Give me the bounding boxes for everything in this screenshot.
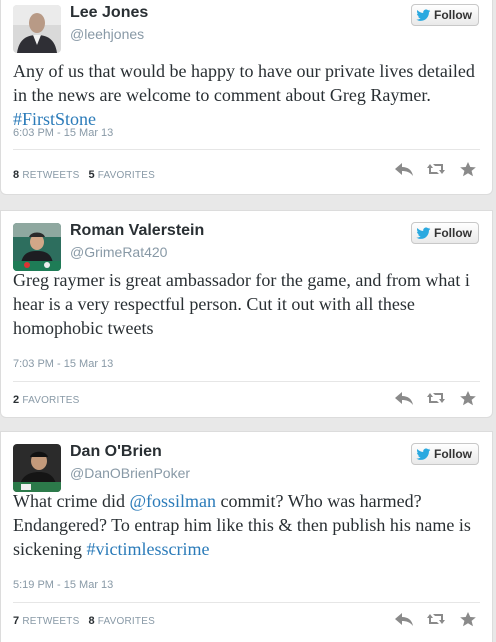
user-handle[interactable]: @leehjones [70,26,144,42]
tweet-stats: 7 RETWEETS 8 FAVORITES [13,615,155,627]
divider [13,602,480,603]
retweet-icon[interactable] [426,390,446,406]
hashtag-link[interactable]: #FirstStone [13,109,96,129]
retweet-icon[interactable] [426,161,446,177]
follow-button[interactable]: Follow [411,443,479,465]
favorite-star-icon[interactable] [458,161,478,177]
follow-label: Follow [434,8,472,22]
divider [13,381,480,382]
avatar[interactable] [13,223,61,271]
timestamp[interactable]: 5:19 PM - 15 Mar 13 [13,579,113,591]
favorites-label: FAVORITES [97,170,155,181]
tweet-stats: 2 FAVORITES [13,394,80,406]
favorite-star-icon[interactable] [458,611,478,627]
tweet-text: Any of us that would be happy to have ou… [13,59,478,131]
tweet-actions [394,611,478,627]
person-photo-icon [13,5,61,53]
favorites-count[interactable]: 8 [88,615,94,627]
hashtag-link[interactable]: #victimlesscrime [87,539,210,559]
twitter-bird-icon [416,448,431,460]
timestamp[interactable]: 6:03 PM - 15 Mar 13 [13,127,113,139]
mention-link[interactable]: @fossilman [129,491,216,511]
avatar[interactable] [13,444,61,492]
favorites-count[interactable]: 5 [88,169,94,181]
favorites-count[interactable]: 2 [13,394,19,406]
tweet-text: Greg raymer is great ambassador for the … [13,270,470,338]
tweet-feed: Lee Jones @leehjones Follow Any of us th… [0,0,496,642]
reply-icon[interactable] [394,611,414,627]
tweet-body: Any of us that would be happy to have ou… [13,61,475,105]
tweet-actions [394,161,478,177]
timestamp[interactable]: 7:03 PM - 15 Mar 13 [13,358,113,370]
reply-icon[interactable] [394,161,414,177]
favorite-star-icon[interactable] [458,390,478,406]
divider [13,149,480,150]
favorites-label: FAVORITES [97,616,155,627]
avatar[interactable] [13,5,61,53]
follow-button[interactable]: Follow [411,222,479,244]
tweet-card: Roman Valerstein @GrimeRat420 Follow Gre… [0,210,493,418]
display-name[interactable]: Roman Valerstein [70,222,204,240]
follow-label: Follow [434,226,472,240]
user-handle[interactable]: @GrimeRat420 [70,244,167,260]
follow-label: Follow [434,447,472,461]
tweet-stats: 8 RETWEETS 5 FAVORITES [13,169,155,181]
tweet-card: Dan O'Brien @DanOBrienPoker Follow What … [0,431,493,642]
tweet-actions [394,390,478,406]
retweet-icon[interactable] [426,611,446,627]
retweets-label: RETWEETS [22,170,80,181]
user-handle[interactable]: @DanOBrienPoker [70,465,190,481]
poker-table-photo-icon [13,444,61,492]
tweet-card: Lee Jones @leehjones Follow Any of us th… [0,0,493,195]
follow-button[interactable]: Follow [411,4,479,26]
retweets-count[interactable]: 8 [13,169,19,181]
retweets-count[interactable]: 7 [13,615,19,627]
retweets-label: RETWEETS [22,616,80,627]
tweet-text: What crime did @fossilman commit? Who wa… [13,489,478,561]
twitter-bird-icon [416,9,431,21]
display-name[interactable]: Lee Jones [70,4,148,22]
twitter-bird-icon [416,227,431,239]
tweet-body: What crime did [13,491,130,511]
favorites-label: FAVORITES [22,395,80,406]
poker-player-photo-icon [13,223,61,271]
display-name[interactable]: Dan O'Brien [70,443,162,461]
reply-icon[interactable] [394,390,414,406]
